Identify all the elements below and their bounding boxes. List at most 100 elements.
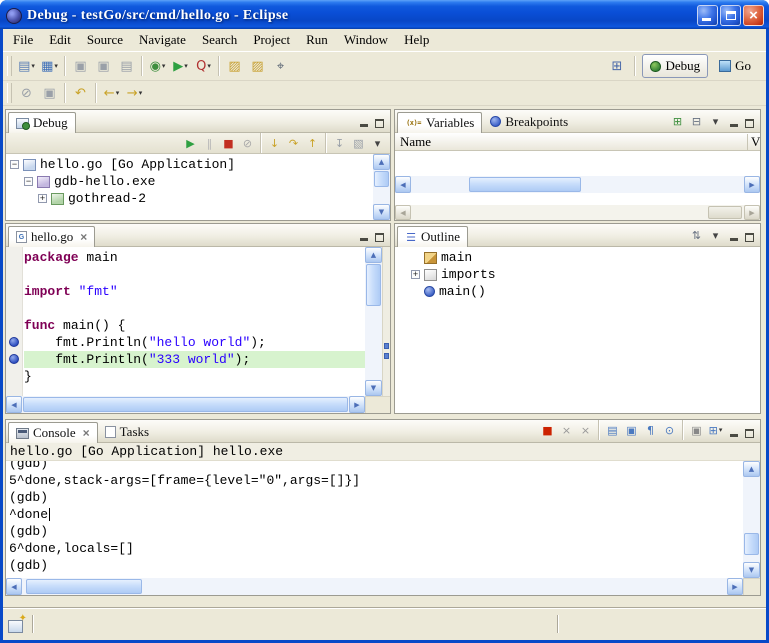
maximize-view-button[interactable] [743,426,756,438]
console-line[interactable]: (gdb) [9,523,743,540]
line-ruler[interactable] [6,249,24,266]
console-output[interactable]: (gdb)5^done,stack-args=[frame={level="0"… [6,461,743,578]
code-editor[interactable]: package main import "fmt" func main() { fm… [6,247,365,396]
view-menu-button[interactable]: ▾ [368,134,387,152]
line-ruler[interactable] [6,283,24,300]
new-go-element-button[interactable]: ▦▾ [38,55,61,78]
perspective-go-button[interactable]: Go [711,54,759,78]
line-ruler[interactable] [6,351,24,368]
save-all-button[interactable]: ▣ [92,55,115,78]
word-wrap-button[interactable]: ¶ [641,421,660,439]
menu-window[interactable]: Window [336,30,396,50]
scroll-up-button[interactable]: ▲ [373,154,390,170]
sort-button[interactable]: ⇅ [687,226,706,244]
menu-source[interactable]: Source [79,30,131,50]
scrollbar-thumb[interactable] [374,171,389,187]
suspend-button[interactable]: ‖ [200,134,219,152]
minimize-view-button[interactable] [357,116,370,128]
minimize-view-button[interactable] [727,426,740,438]
disconnect-button[interactable]: ⊘ [238,134,257,152]
back-button[interactable]: ←▾ [100,82,123,105]
minimize-view-button[interactable] [727,230,740,242]
line-ruler[interactable] [6,317,24,334]
scroll-right-button[interactable]: ▶ [349,396,365,413]
open-console-button[interactable]: ⊞▾ [706,421,725,439]
tree-item[interactable]: −gdb-hello.exe [6,173,373,190]
scrollbar-track[interactable] [743,477,760,562]
scroll-up-button[interactable]: ▲ [743,461,760,477]
scrollbar-thumb[interactable] [469,177,581,192]
code-text[interactable]: import "fmt" [24,283,365,300]
search-button[interactable]: ⌖ [269,55,292,78]
scrollbar-thumb[interactable] [744,533,759,555]
expander-minus-icon[interactable]: − [10,160,19,169]
close-tab-icon[interactable]: × [80,230,87,244]
collapse-all-button[interactable]: ⊟ [687,112,706,130]
close-tab-icon[interactable]: × [83,426,90,440]
code-text[interactable]: fmt.Println("hello world"); [24,334,365,351]
save-button[interactable]: ▣ [69,55,92,78]
maximize-view-button[interactable] [373,116,386,128]
code-text[interactable]: fmt.Println("333 world"); [24,351,365,368]
maximize-view-button[interactable] [373,230,386,242]
last-edit-location-button[interactable]: ↶ [69,82,92,105]
tree-item[interactable]: +gothread-2 [6,190,373,207]
code-text[interactable]: package main [24,249,365,266]
tree-item[interactable]: main() [407,283,760,300]
toolbar-grip[interactable] [7,83,12,103]
console-vertical-scrollbar[interactable]: ▲ ▼ [743,461,760,578]
step-return-button[interactable]: ↑ [303,134,322,152]
console-line[interactable]: ^done [9,506,743,523]
mark-occurrences-button[interactable]: ▣ [38,82,61,105]
print-button[interactable]: ▤ [115,55,138,78]
clear-console-button[interactable]: ▤ [603,421,622,439]
perspective-debug-button[interactable]: Debug [642,54,708,78]
fast-view-button[interactable] [8,616,26,632]
line-ruler[interactable] [6,266,24,283]
debug-vertical-scrollbar[interactable]: ▲ ▼ [373,154,390,220]
debug-button[interactable]: ◉▾ [146,55,169,78]
scrollbar-thumb[interactable] [23,397,348,412]
tree-item[interactable]: −hello.go [Go Application] [6,156,373,173]
console-line[interactable]: 6^done,locals=[] [9,540,743,557]
editor-vertical-scrollbar[interactable]: ▲ ▼ [365,247,382,396]
import-resource-button[interactable]: ▨ [246,55,269,78]
terminate-button[interactable]: ■ [538,421,557,439]
minimize-button[interactable] [697,5,718,26]
tree-item[interactable]: main [407,249,760,266]
pin-console-button[interactable]: ⊙ [660,421,679,439]
overview-ruler[interactable] [382,247,390,396]
open-perspective-button[interactable]: ⊞ [605,55,628,78]
close-button[interactable]: × [743,5,764,26]
variables-detail-pane[interactable] [395,193,760,205]
scroll-down-button[interactable]: ▼ [743,562,760,578]
annotation-mark[interactable] [384,353,389,359]
expander-plus-icon[interactable]: + [411,270,420,279]
expander-minus-icon[interactable]: − [24,177,33,186]
step-over-button[interactable]: ↷ [284,134,303,152]
scrollbar-track[interactable] [22,578,727,595]
terminate-button[interactable]: ■ [219,134,238,152]
editor-horizontal-scrollbar[interactable]: ◀ ▶ [6,396,365,413]
breakpoint-icon[interactable] [9,354,19,364]
variables-table-empty[interactable] [395,151,760,176]
scrollbar-thumb[interactable] [366,264,381,306]
scrollbar-track[interactable] [365,263,382,380]
variables-horizontal-scrollbar[interactable]: ◀ ▶ [395,176,760,193]
scroll-down-button[interactable]: ▼ [373,204,390,220]
menu-help[interactable]: Help [396,30,437,50]
scrollbar-track[interactable] [411,205,744,220]
tab-hello-go[interactable]: G hello.go × [8,226,95,247]
new-button[interactable]: ▤▾ [15,55,38,78]
code-text[interactable]: func main() { [24,317,365,334]
scroll-down-button[interactable]: ▼ [365,380,382,396]
expander-plus-icon[interactable]: + [38,194,47,203]
show-type-names-button[interactable]: ⊞ [668,112,687,130]
menu-navigate[interactable]: Navigate [131,30,194,50]
title-bar[interactable]: Debug - testGo/src/cmd/hello.go - Eclips… [0,0,769,29]
menu-project[interactable]: Project [245,30,298,50]
tab-tasks[interactable]: Tasks [98,421,156,442]
scroll-lock-button[interactable]: ▣ [622,421,641,439]
scroll-right-button[interactable]: ▶ [744,176,760,193]
remove-all-launches-button[interactable]: × [576,421,595,439]
